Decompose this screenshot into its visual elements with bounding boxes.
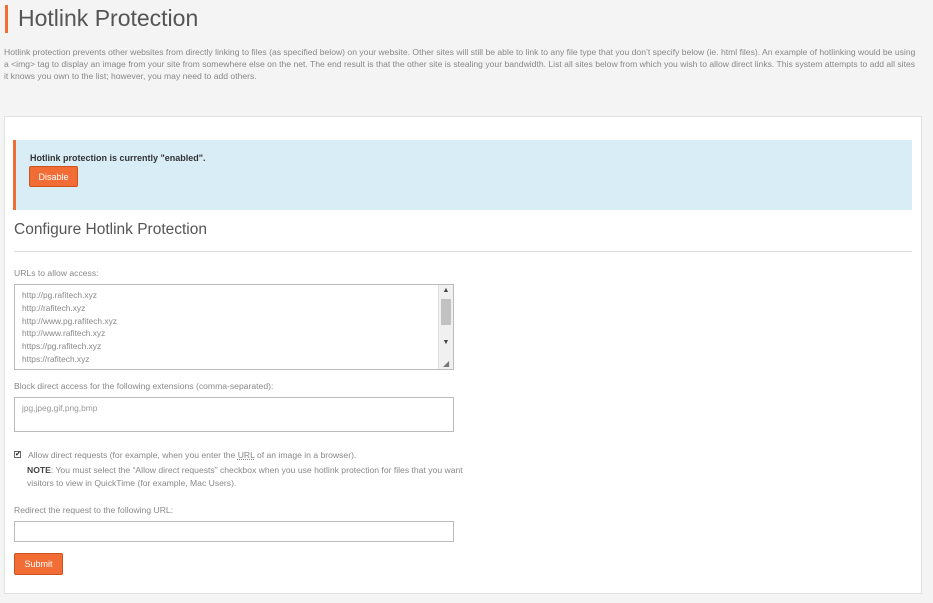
url-abbr: URL (237, 450, 255, 460)
status-message: Hotlink protection is currently "enabled… (30, 153, 206, 163)
section-title: Configure Hotlink Protection (14, 221, 207, 238)
url-entry: http://www.rafitech.xyz (22, 328, 106, 339)
urls-label: URLs to allow access: (14, 268, 99, 278)
resize-handle-icon[interactable]: ◢ (443, 359, 452, 368)
page-description: Hotlink protection prevents other websit… (4, 47, 916, 82)
scroll-down-icon[interactable]: ▼ (439, 337, 453, 349)
scroll-up-icon[interactable]: ▲ (439, 285, 453, 297)
url-entry: http://www.pg.rafitech.xyz (22, 315, 117, 326)
urls-textarea[interactable]: http://pg.rafitech.xyz http://rafitech.xy… (14, 284, 454, 370)
extensions-textarea[interactable]: jpg,jpeg,gif,png,bmp (14, 397, 454, 432)
allow-direct-label: Allow direct requests (for example, when… (28, 450, 357, 460)
url-entry: https://pg.rafitech.xyz (22, 341, 102, 352)
url-entry: http://rafitech.xyz (22, 302, 86, 313)
section-divider (14, 251, 912, 252)
hotlink-card: Hotlink protection is currently "enabled… (4, 116, 922, 594)
url-entry: https://rafitech.xyz (22, 353, 90, 364)
status-alert: Hotlink protection is currently "enabled… (13, 140, 912, 210)
redirect-url-input[interactable] (14, 521, 454, 542)
extensions-value: jpg,jpeg,gif,png,bmp (22, 403, 98, 413)
scroll-thumb[interactable] (441, 299, 451, 325)
page-title: Hotlink Protection (18, 5, 199, 31)
urls-list: http://pg.rafitech.xyz http://rafitech.xy… (15, 285, 453, 366)
note-text: : You must select the “Allow direct requ… (27, 465, 463, 488)
url-entry: http://pg.rafitech.xyz (22, 290, 97, 300)
redirect-label: Redirect the request to the following UR… (14, 505, 174, 515)
extensions-label: Block direct access for the following ex… (14, 381, 274, 391)
allow-direct-checkbox[interactable]: ✔ (14, 451, 21, 458)
note-strong: NOTE (27, 465, 51, 475)
urls-scrollbar[interactable]: ▲ ▼ (438, 285, 453, 369)
submit-button[interactable]: Submit (14, 553, 63, 575)
allow-direct-note: NOTE: You must select the “Allow direct … (27, 464, 467, 489)
page-header: Hotlink Protection (5, 5, 198, 33)
disable-button[interactable]: Disable (29, 166, 78, 187)
